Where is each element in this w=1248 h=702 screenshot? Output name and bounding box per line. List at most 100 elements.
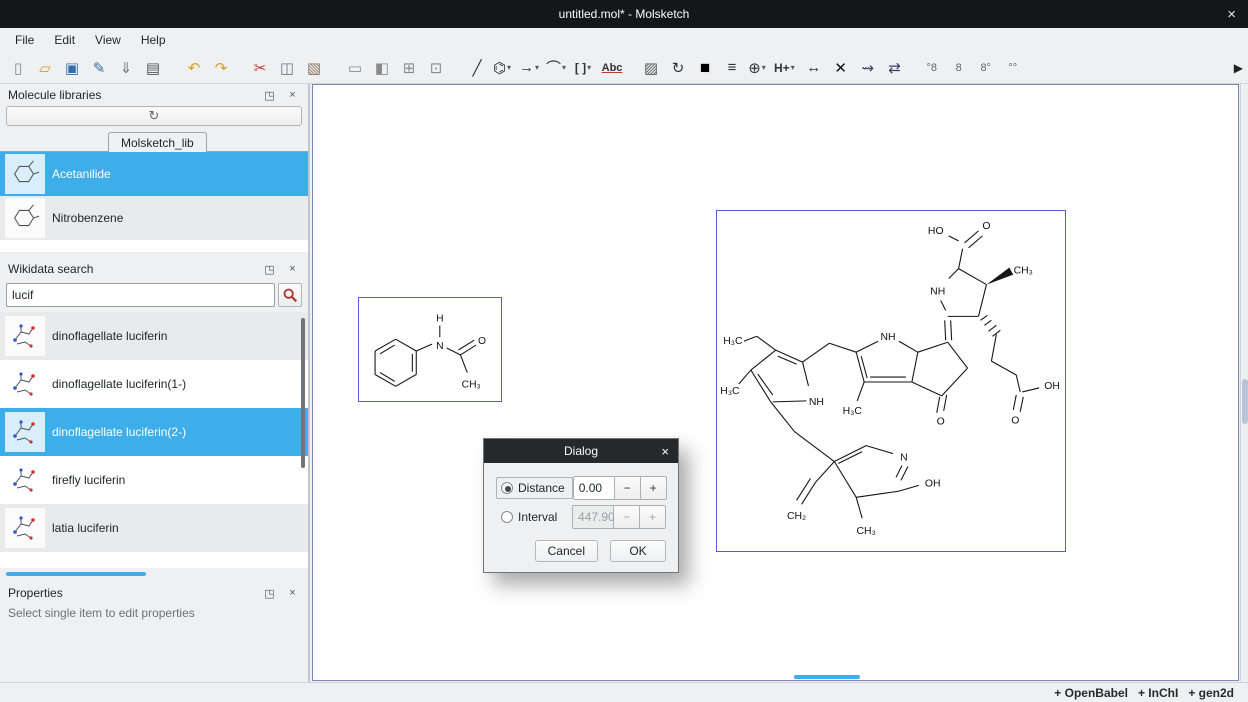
curved-arrow-tool[interactable]: ⌒ ▾ [546,56,570,80]
wikidata-result-item[interactable]: latia luciferin [0,504,308,552]
dropdown-caret-icon[interactable]: ▾ [535,63,543,72]
close-panel-icon[interactable]: × [285,89,300,101]
svg-text:N: N [900,453,908,464]
distance-increment-button[interactable]: + [641,476,667,500]
charge-tool[interactable]: ⊕ ▾ [747,56,771,80]
interval-radio-group[interactable]: Interval [496,506,565,528]
tab-molsketch-lib[interactable]: Molsketch_lib [108,132,207,152]
text-tool[interactable]: Abc [600,56,624,80]
insert-tool-3[interactable]: ⊞ [397,56,421,80]
library-item[interactable]: Acetanilide [0,152,308,196]
library-item[interactable]: Nitrobenzene [0,196,308,240]
save-as-file[interactable]: ✎ [87,56,111,80]
menu-item[interactable]: View [86,30,130,50]
wikidata-search-input[interactable] [6,283,275,307]
distance-spin-value[interactable]: 0.00 [573,476,615,500]
dropdown-caret-icon[interactable]: ▾ [507,63,515,72]
cut[interactable]: ✂ [248,56,272,80]
delete-tool[interactable]: ✕ [829,56,853,80]
close-panel-icon[interactable]: × [285,263,300,275]
arrow-tool[interactable]: → ▾ [519,56,543,80]
molecule-thumbnail [5,412,45,452]
redo[interactable]: ↷ [209,56,233,80]
paste[interactable]: ▧ [302,56,326,80]
selection-box-acetanilide[interactable]: HNOCH₃ [358,297,502,402]
print-file[interactable]: ▤ [141,56,165,80]
interval-label[interactable]: Interval [518,510,557,524]
mechanism-arrow-tool[interactable]: ↔ [802,56,826,80]
float-panel-icon[interactable]: ◳ [262,263,277,276]
hatch-tool[interactable]: ▨ [639,56,663,80]
bracket-tool[interactable]: [ ] ▾ [573,56,597,80]
float-panel-icon[interactable]: ◳ [262,89,277,102]
insert-tool-1[interactable]: ▭ [343,56,367,80]
refresh-library-button[interactable]: ↻ [6,106,302,126]
properties-panel-title: Properties [8,586,254,600]
toolbar-overflow-icon[interactable]: ▶ [1234,61,1243,75]
canvas-horizontal-scrollbar[interactable] [794,675,860,679]
new-file[interactable]: ▯ [6,56,30,80]
electron-flow-tool[interactable]: ⇝ [856,56,880,80]
distance-decrement-button[interactable]: − [615,476,641,500]
chem-tool-4[interactable]: °° [1001,56,1025,80]
wikidata-result-item[interactable]: dinoflagellate luciferin [0,312,308,360]
line-width-tool[interactable]: ≡ [720,56,744,80]
interval-spin-value[interactable]: 447.90 [572,505,614,529]
window-titlebar[interactable]: untitled.mol* - Molsketch × [0,0,1248,28]
search-icon [281,286,299,304]
svg-text:CH₂: CH₂ [787,511,806,522]
hydrogen-tool[interactable]: H+ ▾ [774,56,799,80]
chem-tool-2[interactable]: 8 [947,56,971,80]
rotate-tool[interactable]: ↻ [666,56,690,80]
toolbar: ▯ ▱ ▣ ✎ ⇓ ▤ ↶ ↷ ✂ ◫ [0,52,1248,84]
copy[interactable]: ◫ [275,56,299,80]
canvas[interactable]: HNOCH₃ [312,84,1239,681]
distance-radio[interactable] [501,482,513,494]
dropdown-caret-icon[interactable]: ▾ [762,63,770,72]
dialog-close-icon[interactable]: × [661,439,669,463]
svg-text:H₃C: H₃C [723,336,743,347]
wikidata-result-item[interactable]: dinoflagellate luciferin(1-) [0,360,308,408]
canvas-vertical-scrollbar[interactable] [1240,84,1248,681]
float-panel-icon[interactable]: ◳ [262,587,277,600]
interval-decrement-button[interactable]: − [614,505,640,529]
scrollbar-handle[interactable] [1242,379,1248,424]
chem-tool-3[interactable]: 8° [974,56,998,80]
chem-tool-1[interactable]: °8 [920,56,944,80]
wikidata-result-list: dinoflagellate luciferin dinoflagellate … [0,312,308,568]
cancel-button[interactable]: Cancel [535,540,598,562]
distance-radio-group[interactable]: Distance [496,477,573,499]
close-panel-icon[interactable]: × [285,587,300,599]
menu-item[interactable]: File [6,30,43,50]
undo[interactable]: ↶ [182,56,206,80]
draw-bond-tool[interactable]: ╱ [465,56,489,80]
dropdown-caret-icon[interactable]: ▾ [587,63,595,72]
dialog-titlebar[interactable]: Dialog × [484,439,678,463]
interval-radio[interactable] [501,511,513,523]
save-file[interactable]: ▣ [60,56,84,80]
wikidata-list-scrollbar[interactable] [301,318,305,468]
molecule-luciferin: HOONHCH₃H₃CNHH₃CNHH₃COOHONOHCH₃CH₂ [717,211,1065,551]
svg-text:O: O [478,336,486,347]
open-file[interactable]: ▱ [33,56,57,80]
insert-tool-4[interactable]: ⊡ [424,56,448,80]
dropdown-caret-icon[interactable]: ▾ [562,63,570,72]
window-close-icon[interactable]: × [1227,0,1236,28]
insert-tool-2[interactable]: ◧ [370,56,394,80]
ring-tool[interactable]: ⌬ ▾ [492,56,516,80]
dropdown-caret-icon[interactable]: ▾ [791,63,799,72]
interval-increment-button[interactable]: + [640,505,666,529]
distance-label[interactable]: Distance [518,481,565,495]
selection-box-luciferin[interactable]: HOONHCH₃H₃CNHH₃CNHH₃COOHONOHCH₃CH₂ [716,210,1066,552]
menu-item[interactable]: Edit [45,30,84,50]
ok-button[interactable]: OK [610,540,666,562]
wikidata-search-button[interactable] [278,283,302,307]
color-tool[interactable]: ■ [693,56,717,80]
wikidata-result-item[interactable]: firefly luciferin [0,456,308,504]
reaction-arrow-tool[interactable]: ⇄ [883,56,907,80]
menu-item[interactable]: Help [132,30,175,50]
wikidata-result-item[interactable]: dinoflagellate luciferin(2-) [0,408,308,456]
wikidata-horizontal-scrollbar[interactable] [0,571,308,577]
export-file[interactable]: ⇓ [114,56,138,80]
scrollbar-handle[interactable] [6,572,146,576]
